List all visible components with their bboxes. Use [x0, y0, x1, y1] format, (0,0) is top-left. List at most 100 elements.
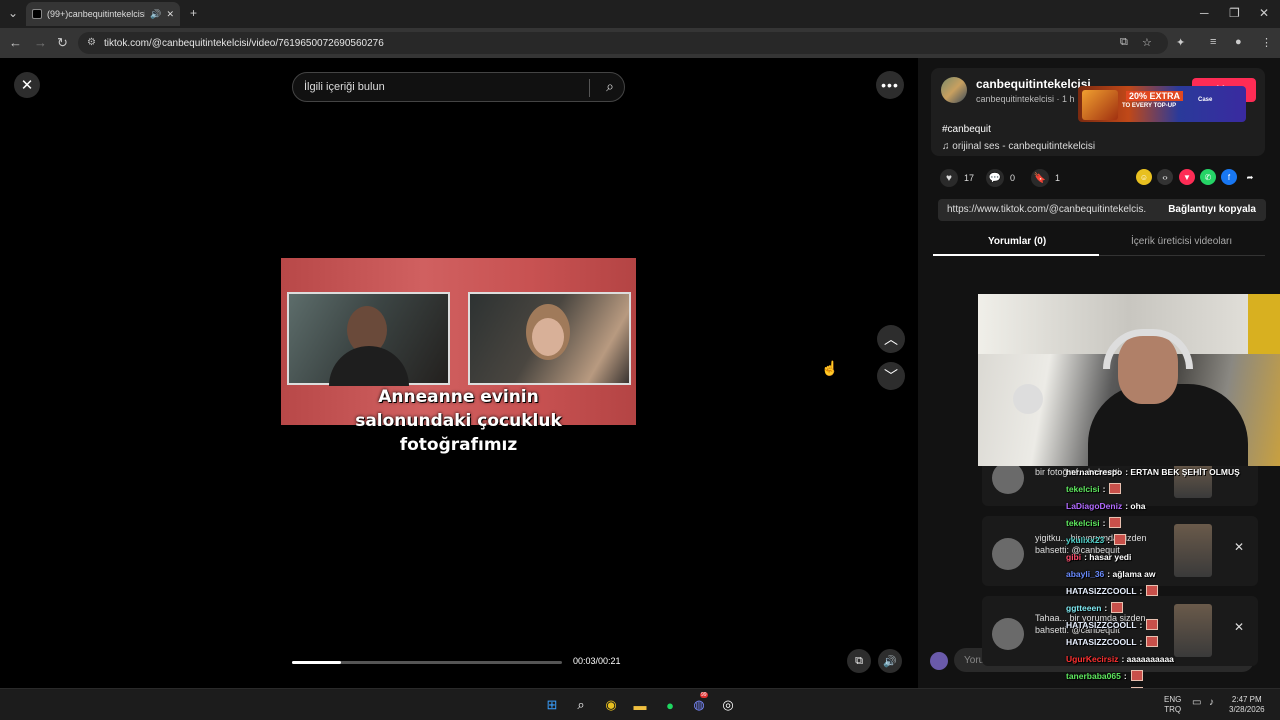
chat-text: : ERTAN BEK ŞEHİT OLMUŞ: [1125, 466, 1240, 477]
chat-message: abayli_36: ağlama aw: [1066, 565, 1280, 582]
chat-username[interactable]: HATASIZZCOOLL: [1066, 637, 1137, 647]
chat-username[interactable]: UgurKecirsiz: [1066, 654, 1118, 664]
search-input[interactable]: İlgili içeriği bulun ⌕: [292, 72, 625, 102]
bookmark-star-icon[interactable]: ☆: [1142, 36, 1152, 49]
whatsapp-icon[interactable]: ✆: [1200, 169, 1216, 185]
chat-username[interactable]: HATASIZZCOOLL: [1066, 620, 1137, 630]
file-explorer-icon[interactable]: ▬: [631, 696, 649, 714]
chat-username[interactable]: ykulixx23: [1066, 535, 1104, 545]
video-time: 00:03/00:21: [573, 656, 621, 666]
pip-button[interactable]: ⧉: [847, 649, 871, 673]
link-copy-bar: https://www.tiktok.com/@canbequitintekel…: [938, 199, 1266, 221]
ad-banner[interactable]: 20% EXTRA TO EVERY TOP-UP Case: [1078, 86, 1246, 122]
chat-username[interactable]: abayli_36: [1066, 569, 1104, 579]
install-app-icon[interactable]: ⧉: [1120, 36, 1128, 49]
chat-text: :: [1102, 517, 1106, 528]
tab-creator-videos[interactable]: İçerik üreticisi videoları: [1131, 236, 1232, 247]
music-note-icon: ♫: [942, 141, 953, 152]
next-video-button[interactable]: ﹀: [877, 362, 905, 390]
app-icon[interactable]: ◎: [719, 696, 737, 714]
video-progress-bar[interactable]: [292, 661, 562, 664]
chat-username[interactable]: gibi: [1066, 552, 1081, 562]
send-icon[interactable]: ▼: [1179, 169, 1195, 185]
more-options-button[interactable]: •••: [876, 71, 904, 99]
chat-username[interactable]: LaDiagoDeniz: [1066, 501, 1122, 511]
chat-username[interactable]: tanerbaba065: [1066, 671, 1121, 681]
chat-username[interactable]: hernancrespo: [1066, 467, 1122, 477]
close-viewer-button[interactable]: ✕: [14, 72, 40, 98]
chat-username[interactable]: HATASIZZCOOLL: [1066, 586, 1137, 596]
chat-text: : hasar yedi: [1084, 551, 1132, 562]
tab-search-chevron-icon[interactable]: ⌄: [8, 6, 18, 20]
audio-playing-icon[interactable]: 🔊: [150, 9, 161, 20]
like-button[interactable]: ♥ 17: [940, 169, 974, 187]
video-caption: Anneanne evinin salonundaki çocukluk fot…: [281, 385, 636, 457]
facebook-icon[interactable]: f: [1221, 169, 1237, 185]
new-tab-icon[interactable]: +: [190, 6, 197, 20]
profile-avatar-icon[interactable]: ●: [1235, 36, 1242, 48]
chat-message: HATASIZZCOOLL:: [1066, 616, 1280, 633]
language-indicator[interactable]: ENG TRQ: [1164, 695, 1181, 715]
comment-bubble-icon: 💬: [986, 169, 1004, 187]
extensions-icon[interactable]: ✦: [1176, 36, 1185, 49]
sound-link[interactable]: ♫ orijinal ses - canbequitintekelcisi: [942, 141, 1095, 152]
heart-icon: ♥: [940, 169, 958, 187]
tiktok-favicon-icon: [32, 9, 42, 19]
chat-emote-icon: [1130, 670, 1143, 681]
chat-username[interactable]: tekelcisi: [1066, 518, 1100, 528]
ad-brand: Case: [1198, 97, 1213, 103]
windows-start-icon[interactable]: ⊞: [543, 696, 561, 714]
tab-comments[interactable]: Yorumlar (0): [988, 236, 1046, 247]
discord-icon[interactable]: ◍: [690, 696, 708, 714]
forward-icon[interactable]: →: [34, 35, 47, 50]
reload-icon[interactable]: ↻: [57, 35, 68, 51]
minimize-icon[interactable]: ─: [1200, 6, 1209, 20]
chat-message: tekelcisi:: [1066, 514, 1280, 531]
chat-username[interactable]: tekelcisi: [1066, 484, 1100, 494]
browser-tab-bar: ⌄ (99+)canbequitintekelcisi ( 🔊 ✕ + ─ ❐ …: [0, 0, 1280, 28]
taskbar-search-icon[interactable]: ⌕: [572, 696, 590, 714]
network-icon[interactable]: ▭: [1192, 698, 1201, 708]
pip-icon: ⧉: [855, 654, 863, 667]
clock[interactable]: 2:47 PM 3/28/2026: [1229, 695, 1265, 715]
chrome-icon[interactable]: ◉: [602, 696, 620, 714]
author-name[interactable]: canbequitintekelcisi: [976, 77, 1091, 91]
chat-message: ggtteeen:: [1066, 599, 1280, 616]
windows-taskbar: ⊞ ⌕ ◉ ▬ ● ◍ 99 ◎ ENG TRQ ▭ ♪ 2:47 PM 3/2…: [0, 688, 1280, 720]
video-link[interactable]: https://www.tiktok.com/@canbequitintekel…: [947, 204, 1147, 215]
notification-avatar: [992, 538, 1024, 570]
site-info-icon[interactable]: ⚙: [87, 37, 96, 48]
author-avatar[interactable]: [941, 77, 967, 103]
chat-emote-icon: [1146, 585, 1159, 596]
save-button[interactable]: 🔖 1: [1031, 169, 1060, 187]
volume-tray-icon[interactable]: ♪: [1209, 698, 1214, 708]
embed-icon[interactable]: ‹›: [1157, 169, 1173, 185]
chat-text: :: [1139, 636, 1143, 647]
spotify-icon[interactable]: ●: [661, 696, 679, 714]
restore-icon[interactable]: ❐: [1229, 6, 1240, 20]
video-player[interactable]: Anneanne evinin salonundaki çocukluk fot…: [281, 102, 636, 688]
video-frame: Anneanne evinin salonundaki çocukluk fot…: [281, 258, 636, 455]
search-icon[interactable]: ⌕: [606, 78, 614, 95]
previous-video-button[interactable]: ︿: [877, 325, 905, 353]
chat-message: HATASIZZCOOLL:: [1066, 633, 1280, 650]
window-close-icon[interactable]: ✕: [1259, 6, 1269, 20]
volume-button[interactable]: 🔊: [878, 649, 902, 673]
comment-tabs: Yorumlar (0) İçerik üreticisi videoları: [933, 234, 1265, 256]
browser-toolbar: ← → ↻ ⚙ tiktok.com/@canbequitintekelcisi…: [0, 28, 1280, 58]
browser-tab[interactable]: (99+)canbequitintekelcisi ( 🔊 ✕: [26, 2, 180, 26]
copy-link-button[interactable]: Bağlantıyı kopyala: [1168, 204, 1256, 215]
share-arrow-icon[interactable]: ➦: [1242, 169, 1258, 185]
repost-icon[interactable]: ☺: [1136, 169, 1152, 185]
comment-count: 0: [1010, 173, 1016, 183]
chat-message: tekelcisi:: [1066, 480, 1280, 497]
comment-button[interactable]: 💬 0: [986, 169, 1015, 187]
caption-line-2: salonundaki çocukluk: [355, 411, 562, 431]
media-control-icon[interactable]: ≡: [1210, 36, 1216, 48]
hashtag-link[interactable]: #canbequit: [942, 124, 991, 135]
back-icon[interactable]: ←: [9, 35, 22, 50]
tab-close-icon[interactable]: ✕: [166, 9, 174, 20]
address-bar[interactable]: ⚙ tiktok.com/@canbequitintekelcisi/video…: [78, 32, 1168, 54]
browser-menu-icon[interactable]: ⋮: [1261, 36, 1272, 49]
chat-username[interactable]: ggtteeen: [1066, 603, 1101, 613]
